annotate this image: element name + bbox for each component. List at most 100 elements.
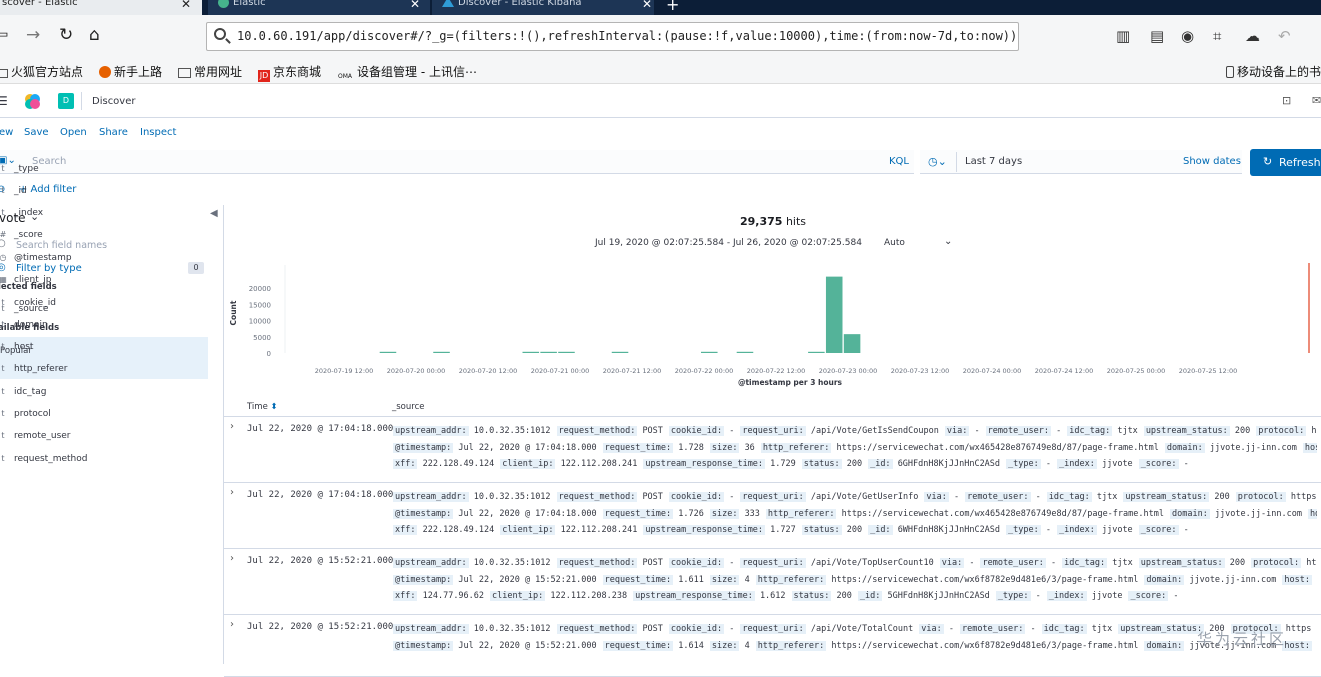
source-line: @timestamp: Jul 22, 2020 @ 15:52:21.000 r… (393, 572, 1317, 589)
field-item[interactable]: t host (0, 338, 210, 357)
field-type-icon: t (1, 298, 5, 307)
table-row[interactable]: › Jul 22, 2020 @ 15:52:21.000 upstream_add… (224, 617, 1321, 677)
x-tick-label: 2020-07-22 00:00 (675, 367, 734, 375)
sidebar-toggle-icon[interactable]: ▤ (1150, 27, 1164, 45)
source-key: size: (709, 442, 740, 453)
bookmark-firefox-site[interactable]: 火狐官方站点 (0, 63, 83, 80)
browser-tab-3[interactable]: Discover - Elastic Kibana ✕ (432, 0, 654, 15)
field-name: _id (14, 186, 27, 196)
field-item[interactable]: t domain (0, 316, 210, 335)
expand-row-icon[interactable]: › (230, 487, 234, 498)
chat-icon[interactable]: ☁ (1245, 27, 1260, 45)
source-key: size: (709, 508, 740, 519)
account-icon[interactable]: ◉ (1181, 27, 1194, 45)
new-link[interactable]: ew (0, 127, 13, 138)
calendar-icon[interactable]: ◷⌄ (928, 155, 947, 168)
help-icon[interactable]: ⊡ (1282, 94, 1291, 107)
close-tab-icon[interactable]: ✕ (410, 0, 420, 11)
address-bar[interactable]: 10.0.60.191/app/discover#/?_g=(filters:!… (206, 22, 1019, 51)
source-key: request_time: (602, 574, 674, 585)
field-item[interactable]: t _index (0, 204, 210, 223)
bookmark-getting-started[interactable]: 新手上路 (99, 63, 162, 80)
time-column-header[interactable]: Time ⬍ (247, 402, 278, 412)
y-tick-label: 5000 (253, 334, 271, 342)
source-value: 10.0.32.35:1012 (473, 558, 551, 568)
field-item[interactable]: t remote_user (0, 427, 210, 446)
mail-icon[interactable]: ✉ (1312, 94, 1321, 107)
home-icon[interactable]: ⌂ (89, 23, 100, 47)
kql-toggle[interactable]: KQL (889, 156, 909, 167)
close-tab-icon[interactable]: ✕ (181, 0, 191, 11)
source-key: cookie_id: (668, 426, 725, 436)
source-key: request_method: (556, 426, 638, 436)
menu-icon[interactable]: ☰ (0, 94, 8, 108)
forward-icon[interactable]: → (26, 23, 40, 47)
browser-tab-2[interactable]: Elastic ✕ (208, 0, 430, 15)
open-link[interactable]: Open (60, 127, 87, 138)
source-value: /api/Vote/GetIsSendCoupon (810, 426, 939, 436)
field-item[interactable]: # _score (0, 226, 210, 245)
date-range-text[interactable]: Last 7 days (965, 156, 1022, 167)
firefox-icon (99, 66, 111, 78)
source-value: - (1056, 426, 1062, 436)
field-name: idc_tag (14, 387, 47, 397)
expand-row-icon[interactable]: › (230, 553, 234, 564)
field-item[interactable]: t cookie_id (0, 294, 210, 313)
elastic-favicon-icon (218, 0, 229, 8)
source-value: /api/Vote/GetUserInfo (810, 492, 919, 502)
expand-row-icon[interactable]: › (230, 619, 234, 630)
table-row[interactable]: › Jul 22, 2020 @ 17:04:18.000 upstream_add… (224, 485, 1321, 549)
field-item[interactable]: t idc_tag (0, 383, 210, 402)
table-row[interactable]: › Jul 22, 2020 @ 15:52:21.000 upstream_add… (224, 551, 1321, 615)
save-link[interactable]: Save (24, 127, 49, 138)
table-row[interactable]: › Jul 22, 2020 @ 17:04:18.000 upstream_add… (224, 419, 1321, 483)
date-picker[interactable]: ◷⌄ Last 7 days Show dates (920, 150, 1242, 174)
histogram-chart[interactable]: 0 5000 10000 15000 20000 Count 2020-07-19 12:0… (224, 205, 1321, 400)
library-icon[interactable]: ▥ (1116, 27, 1130, 45)
screenshot-icon[interactable]: ⌗ (1213, 27, 1221, 45)
source-value: - (729, 492, 735, 502)
field-item[interactable]: t _type (0, 160, 210, 179)
field-item[interactable]: ▦ client_ip (0, 271, 210, 290)
source-value: https://servicewechat.com/wx465428e87674… (836, 442, 1159, 453)
bookmark-jd[interactable]: JD 京东商城 (258, 63, 321, 82)
close-tab-icon[interactable]: ✕ (642, 0, 652, 11)
reload-icon[interactable]: ↻ (59, 23, 73, 47)
source-key: request_uri: (740, 624, 806, 634)
refresh-button[interactable]: ↻ Refresh (1250, 149, 1321, 176)
source-value: 1.729 (770, 459, 796, 469)
back-icon[interactable]: ⇦ (0, 23, 8, 47)
bookmark-device-group[interactable]: OMA 设备组管理 - 上讯信⋯ (338, 63, 477, 83)
row-time: Jul 22, 2020 @ 15:52:21.000 (247, 556, 394, 566)
show-dates-link[interactable]: Show dates (1183, 156, 1241, 167)
field-type-icon: # (0, 230, 7, 239)
x-axis-label: @timestamp per 3 hours (738, 378, 843, 387)
discover-main: 29,375 hits Jul 19, 2020 @ 02:07:25.584 … (223, 205, 1321, 677)
elastic-logo-icon[interactable] (24, 93, 41, 110)
sort-desc-icon[interactable]: ⬍ (271, 402, 278, 412)
field-item[interactable]: ◷ @timestamp (0, 249, 210, 268)
new-tab-icon[interactable]: + (666, 0, 679, 14)
field-item[interactable]: t _id (0, 182, 210, 201)
browser-tab-1[interactable]: scover - Elastic ✕ (0, 0, 202, 15)
field-item[interactable]: t http_referer (0, 360, 210, 379)
url-text[interactable]: 10.0.60.191/app/discover#/?_g=(filters:!… (237, 29, 1015, 43)
field-item[interactable]: t protocol (0, 405, 210, 424)
jd-icon: JD (258, 70, 270, 82)
undo-icon[interactable]: ↶ (1278, 27, 1291, 45)
inspect-link[interactable]: Inspect (140, 127, 176, 138)
bookmark-mobile[interactable]: 移动设备上的书 (1226, 63, 1321, 80)
source-value: - (1183, 525, 1189, 535)
bookmark-common-links[interactable]: 常用网址 (178, 63, 242, 80)
share-link[interactable]: Share (99, 127, 128, 138)
source-key: via: (924, 492, 949, 502)
source-key: upstream_status: (1118, 624, 1205, 634)
source-value: 1.727 (770, 525, 796, 535)
expand-row-icon[interactable]: › (230, 421, 234, 432)
field-item[interactable]: t request_method (0, 450, 210, 469)
source-key: remote_user: (960, 624, 1026, 634)
collapse-sidebar-icon[interactable]: ◀ (210, 208, 218, 219)
space-avatar[interactable]: D (58, 93, 74, 109)
source-value: /api/Vote/TopUserCount10 (810, 558, 934, 568)
browser-navbar: ⇦ → ↻ ⌂ 10.0.60.191/app/discover#/?_g=(f… (0, 15, 1321, 59)
